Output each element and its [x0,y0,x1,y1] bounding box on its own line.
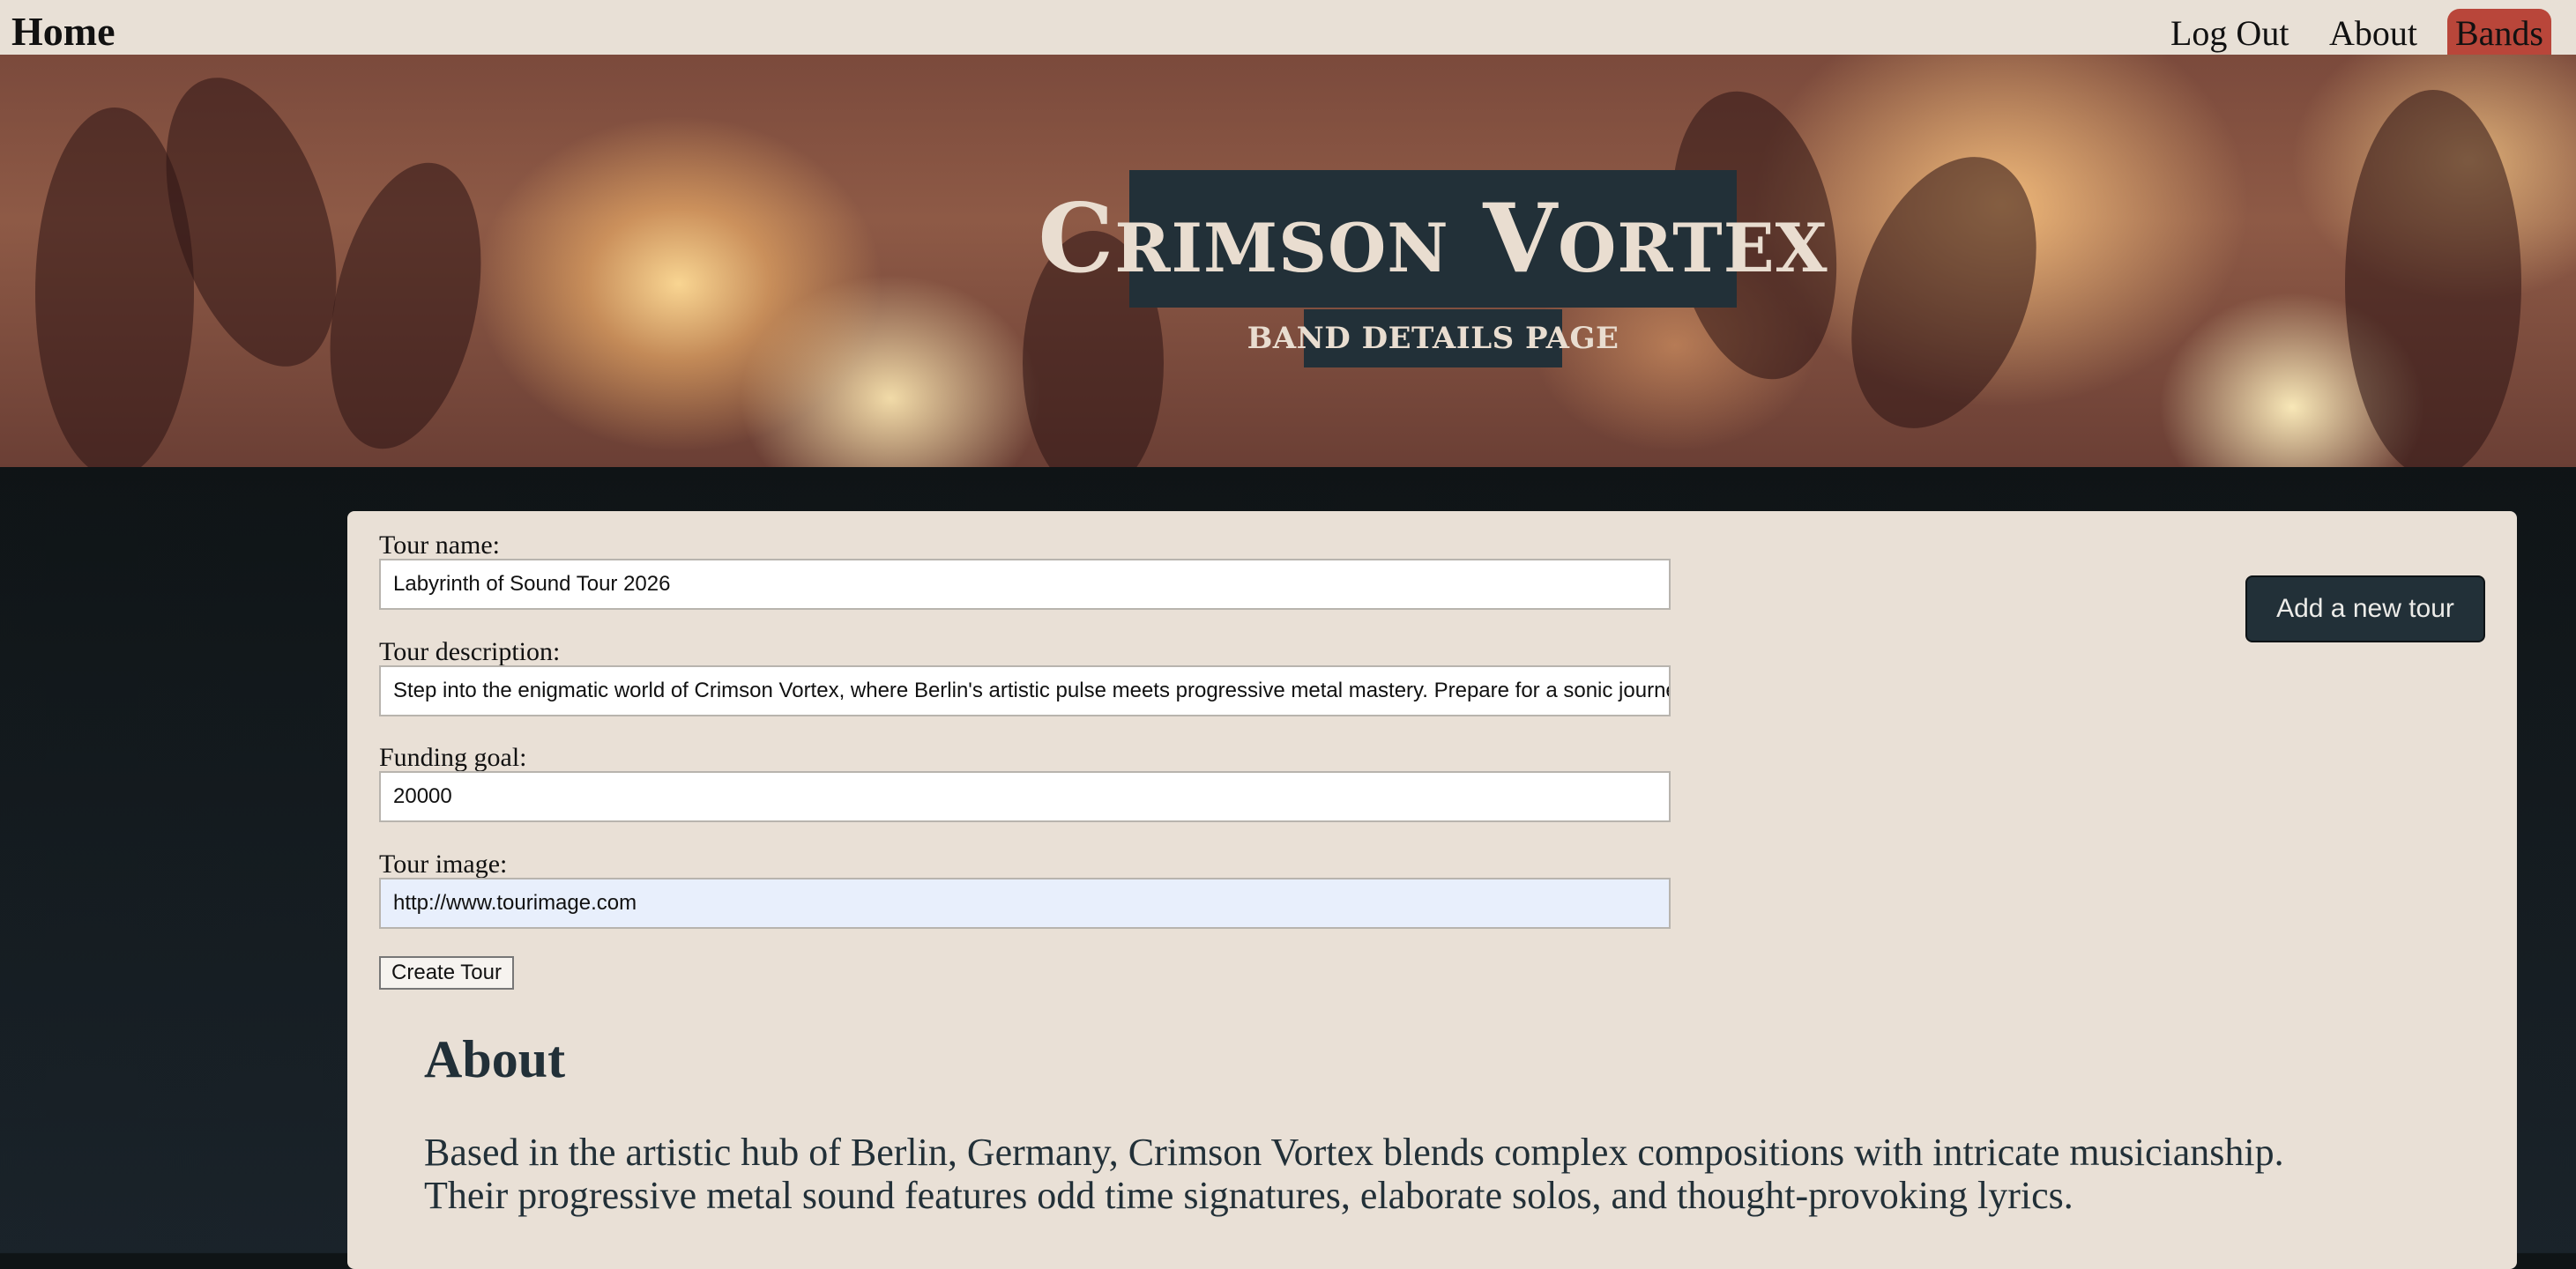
about-heading: About [424,1030,566,1088]
tour-name-input[interactable]: Labyrinth of Sound Tour 2026 [379,559,1671,610]
top-navbar: Home Log Out About Bands [0,0,2576,58]
tour-description-label: Tour description: [379,637,561,666]
nav-home-link[interactable]: Home [11,11,115,52]
tour-name-label: Tour name: [379,531,501,560]
page-subtitle-box: Band Details Page [1247,309,1619,367]
page-subtitle: Band Details Page [1247,321,1619,356]
crowd-hand-silhouette [306,148,505,464]
performer-silhouette [2345,90,2521,467]
hero-banner: Crimson Vortex Band Details Page [0,55,2576,467]
nav-bands-link[interactable]: Bands [2447,9,2551,58]
nav-about-link[interactable]: About [2329,16,2417,51]
about-text: Based in the artistic hub of Berlin, Ger… [424,1131,2284,1217]
tour-image-input[interactable]: http://www.tourimage.com [379,878,1671,929]
band-title-box: Crimson Vortex [1038,170,1828,308]
tour-image-label: Tour image: [379,850,508,879]
funding-goal-label: Funding goal: [379,743,527,772]
band-name-title: Crimson Vortex [1038,183,1828,294]
create-tour-button[interactable]: Create Tour [379,956,514,990]
crowd-silhouette [35,108,194,467]
crowd-hand-silhouette [1817,131,2071,454]
nav-logout-link[interactable]: Log Out [2170,16,2289,51]
add-new-tour-button[interactable]: Add a new tour [2245,575,2485,642]
band-details-panel: Tour name: Labyrinth of Sound Tour 2026 … [347,511,2517,1269]
tour-description-input[interactable]: Step into the enigmatic world of Crimson… [379,665,1671,716]
funding-goal-input[interactable]: 20000 [379,771,1671,822]
